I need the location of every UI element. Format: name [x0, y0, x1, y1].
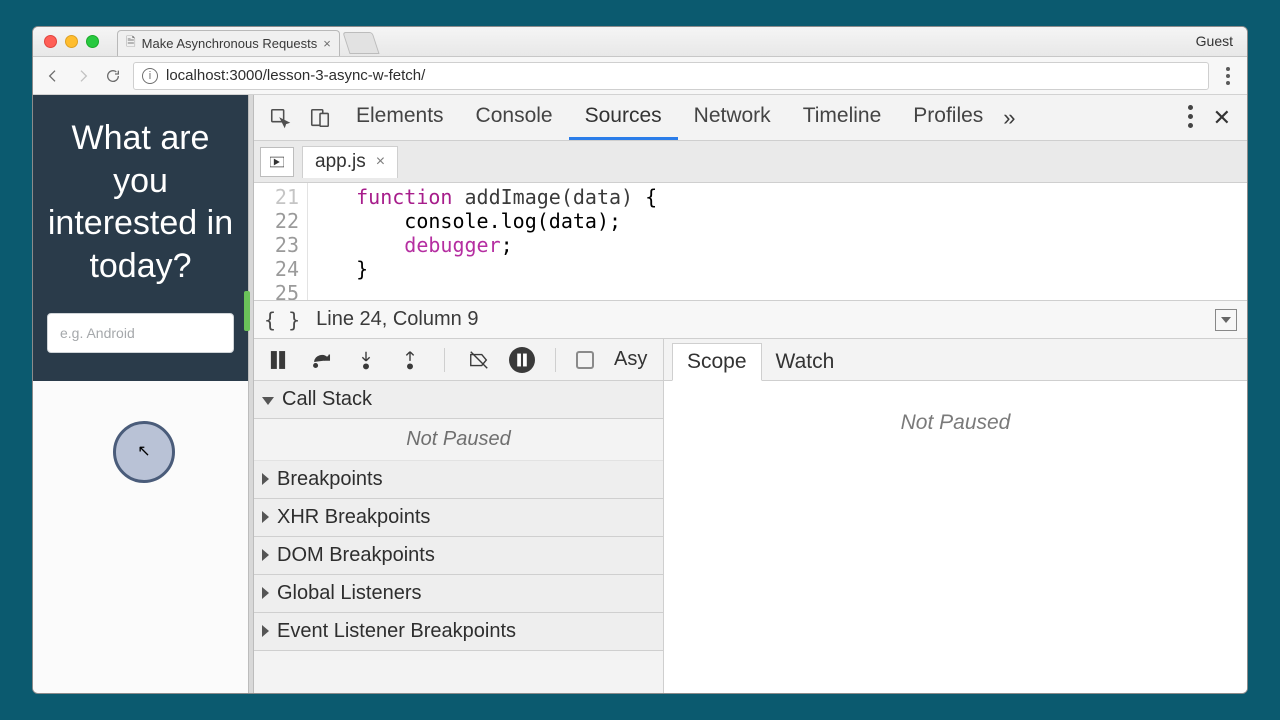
scope-status: Not Paused [901, 411, 1011, 435]
forward-button[interactable] [73, 66, 93, 86]
window-controls [33, 35, 99, 48]
section-event-breakpoints[interactable]: Event Listener Breakpoints [254, 613, 663, 651]
chevron-down-icon [262, 388, 274, 411]
section-global-listeners[interactable]: Global Listeners [254, 575, 663, 613]
step-into-button[interactable] [352, 346, 380, 374]
page-icon [126, 33, 136, 54]
chevron-right-icon [262, 544, 269, 567]
tab-timeline[interactable]: Timeline [787, 96, 898, 140]
address-bar[interactable]: i localhost:3000/lesson-3-async-w-fetch/ [133, 62, 1209, 90]
page-preview: What are you interested in today? ↖ [33, 95, 248, 693]
line-gutter: 212223242526 [254, 183, 308, 300]
step-out-button[interactable] [396, 346, 424, 374]
section-breakpoints[interactable]: Breakpoints [254, 461, 663, 499]
file-tab-label: app.js [315, 151, 366, 173]
url-text: localhost:3000/lesson-3-async-w-fetch/ [166, 67, 425, 84]
section-dom-breakpoints[interactable]: DOM Breakpoints [254, 537, 663, 575]
close-tab-button[interactable]: × [323, 36, 331, 51]
tab-scope[interactable]: Scope [672, 343, 762, 381]
code-content: function addImage(data) { console.log(da… [308, 183, 1247, 300]
section-call-stack[interactable]: Call Stack [254, 381, 663, 419]
tab-network[interactable]: Network [678, 96, 787, 140]
devtools-panel: Elements Console Sources Network Timelin… [254, 95, 1247, 693]
inspect-element-button[interactable] [260, 102, 300, 134]
page-hero: What are you interested in today? [33, 95, 248, 381]
back-button[interactable] [43, 66, 63, 86]
pretty-print-button[interactable]: { } [264, 308, 300, 332]
chevron-right-icon [262, 620, 269, 643]
browser-tab[interactable]: Make Asynchronous Requests × [117, 30, 340, 56]
page-body: ↖ [33, 381, 248, 693]
debugger-left-pane: Asy Call Stack Not Paused Breakpoints XH… [254, 339, 664, 693]
deactivate-breakpoints-button[interactable] [465, 346, 493, 374]
cursor-highlight-icon: ↖ [113, 421, 175, 483]
search-input[interactable] [47, 313, 234, 353]
debugger-panes: Asy Call Stack Not Paused Breakpoints XH… [254, 339, 1247, 693]
chevron-right-icon [262, 468, 269, 491]
new-tab-button[interactable] [342, 32, 379, 54]
nav-toolbar: i localhost:3000/lesson-3-async-w-fetch/ [33, 57, 1247, 95]
section-xhr-breakpoints[interactable]: XHR Breakpoints [254, 499, 663, 537]
browser-tab-title: Make Asynchronous Requests [142, 36, 318, 51]
devtools-menu-button[interactable] [1188, 105, 1193, 131]
tab-elements[interactable]: Elements [340, 96, 460, 140]
tab-console[interactable]: Console [460, 96, 569, 140]
scope-watch-tabs: Scope Watch [664, 339, 1247, 381]
device-toolbar-button[interactable] [300, 102, 340, 134]
close-devtools-button[interactable]: ✕ [1213, 105, 1231, 131]
submit-button-sliver[interactable] [244, 291, 250, 331]
browser-window: Make Asynchronous Requests × Guest i loc… [32, 26, 1248, 694]
pause-button[interactable] [264, 346, 292, 374]
titlebar: Make Asynchronous Requests × Guest [33, 27, 1247, 57]
minimize-window-button[interactable] [65, 35, 78, 48]
editor-statusbar: { } Line 24, Column 9 [254, 301, 1247, 339]
statusbar-menu-button[interactable] [1215, 309, 1237, 331]
close-window-button[interactable] [44, 35, 57, 48]
chevron-right-icon [262, 506, 269, 529]
tabs-overflow-button[interactable]: » [1003, 105, 1015, 131]
debugger-controls: Asy [254, 339, 663, 381]
chevron-right-icon [262, 582, 269, 605]
reload-button[interactable] [103, 66, 123, 86]
site-info-icon[interactable]: i [142, 68, 158, 84]
call-stack-status: Not Paused [254, 419, 663, 461]
pause-on-exceptions-button[interactable] [509, 347, 535, 373]
close-file-button[interactable]: × [376, 153, 385, 171]
tab-watch[interactable]: Watch [762, 344, 849, 380]
step-over-button[interactable] [308, 346, 336, 374]
cursor-arrow-icon: ↖ [137, 441, 150, 461]
async-checkbox[interactable] [576, 351, 594, 369]
debugger-right-pane: Scope Watch Not Paused [664, 339, 1247, 693]
maximize-window-button[interactable] [86, 35, 99, 48]
cursor-position: Line 24, Column 9 [316, 308, 478, 331]
page-heading: What are you interested in today? [47, 117, 234, 287]
devtools-tabbar: Elements Console Sources Network Timelin… [254, 95, 1247, 141]
profile-label[interactable]: Guest [1196, 33, 1233, 49]
tab-profiles[interactable]: Profiles [897, 96, 999, 140]
async-label: Asy [614, 348, 647, 371]
show-navigator-button[interactable] [260, 147, 294, 177]
browser-menu-button[interactable] [1219, 67, 1237, 85]
code-editor[interactable]: 212223242526 function addImage(data) { c… [254, 183, 1247, 301]
tab-sources[interactable]: Sources [569, 96, 678, 140]
file-tabstrip: app.js × [254, 141, 1247, 183]
file-tab-appjs[interactable]: app.js × [302, 146, 398, 178]
